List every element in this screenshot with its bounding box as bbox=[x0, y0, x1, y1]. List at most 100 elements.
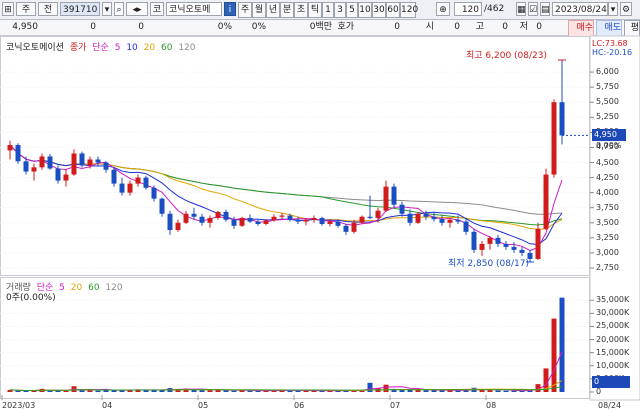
price-tick-label: 5,500 bbox=[596, 97, 619, 107]
candle-body bbox=[351, 222, 357, 232]
legend-ma-type: 단순 bbox=[92, 43, 109, 53]
x-tick-label: 08 bbox=[486, 401, 497, 410]
legend-ma120: 120 bbox=[178, 43, 196, 53]
volume-tick-label: 20,000K bbox=[596, 334, 630, 344]
volume-bar bbox=[559, 297, 565, 392]
volume-bar bbox=[95, 390, 101, 392]
candle-body bbox=[95, 159, 101, 163]
candle-body bbox=[7, 145, 13, 151]
legend-vol-ma60: 60 bbox=[88, 283, 100, 293]
x-tick-label: 06 bbox=[294, 401, 305, 410]
candle-body bbox=[23, 161, 29, 172]
hc-label: HC:-20.16 bbox=[592, 48, 633, 57]
candle-body bbox=[47, 156, 53, 169]
candle-body bbox=[359, 216, 365, 223]
volume-bar bbox=[15, 390, 21, 392]
candle-body bbox=[167, 213, 173, 231]
candle-body bbox=[183, 213, 189, 223]
legend-ma60: 60 bbox=[160, 43, 173, 53]
legend-ma5: 5 bbox=[114, 43, 121, 53]
volume-panel bbox=[0, 277, 590, 399]
stock-chart bbox=[0, 35, 640, 401]
legend-close-type: 종가 bbox=[69, 43, 87, 53]
price-tick-label: 4,000 bbox=[596, 187, 619, 197]
candle-body bbox=[455, 219, 461, 222]
volume-bar bbox=[519, 390, 525, 392]
volume-bar bbox=[47, 390, 53, 392]
current-date-label: 08/24 bbox=[598, 401, 622, 410]
candle-body bbox=[471, 231, 477, 250]
volume-bar bbox=[423, 390, 429, 392]
candle-body bbox=[511, 246, 517, 250]
x-tick-label: 07 bbox=[390, 401, 401, 410]
price-legend: 코닉오토메이션 종가 단순 5 10 20 60 120 bbox=[6, 40, 199, 53]
candle-body bbox=[175, 222, 181, 231]
candle-body bbox=[87, 159, 93, 166]
candle-body bbox=[79, 153, 85, 166]
candle-body bbox=[319, 217, 325, 224]
candle-body bbox=[127, 183, 133, 193]
candle-body bbox=[287, 215, 293, 220]
candle-body bbox=[487, 237, 493, 244]
legend-ma20: 20 bbox=[143, 43, 156, 53]
candle-body bbox=[223, 211, 229, 220]
price-tick-label: 6,000 bbox=[596, 67, 619, 77]
candle-body bbox=[439, 219, 445, 223]
price-tick-label: 2,750 bbox=[596, 263, 619, 272]
candle-body bbox=[551, 102, 557, 175]
candle-body bbox=[519, 249, 525, 253]
candle-body bbox=[271, 216, 277, 221]
volume-bar bbox=[287, 390, 293, 392]
legend-vol-ma20: 20 bbox=[70, 283, 83, 293]
candle-body bbox=[111, 169, 117, 184]
candle-body bbox=[231, 219, 237, 226]
lc-label: LC:73.68 bbox=[592, 39, 628, 48]
volume-bar bbox=[199, 390, 205, 392]
volume-bar bbox=[87, 390, 93, 392]
candle-body bbox=[159, 198, 165, 214]
volume-tick-label: 35,000K bbox=[596, 295, 630, 305]
candle-body bbox=[343, 225, 349, 232]
candle-body bbox=[55, 168, 61, 181]
x-tick-label: 05 bbox=[198, 401, 209, 410]
volume-bar bbox=[207, 390, 213, 392]
candle-body bbox=[303, 219, 309, 222]
volume-bar bbox=[503, 390, 509, 392]
candle-body bbox=[279, 215, 285, 217]
volume-bar bbox=[487, 390, 493, 392]
candle-body bbox=[495, 237, 501, 244]
volume-bar bbox=[143, 390, 149, 392]
candle-body bbox=[15, 145, 21, 162]
volume-bar bbox=[495, 390, 501, 392]
price-tick-label: 3,000 bbox=[596, 247, 619, 257]
price-tick-label: 3,250 bbox=[596, 232, 619, 242]
candle-body bbox=[151, 187, 157, 199]
candle-body bbox=[199, 216, 205, 223]
volume-bar bbox=[511, 390, 517, 392]
current-volume-marker: 0 bbox=[592, 376, 630, 388]
legend-vol-ma5: 5 bbox=[59, 283, 65, 293]
candle-body bbox=[391, 186, 397, 205]
volume-bar bbox=[439, 390, 445, 392]
candle-body bbox=[407, 213, 413, 223]
price-tick-label: 4,250 bbox=[596, 172, 619, 182]
candle-body bbox=[247, 217, 253, 222]
candle-body bbox=[383, 186, 389, 211]
volume-bar bbox=[383, 384, 389, 392]
price-tick-label: 3,500 bbox=[596, 217, 619, 227]
candle-body bbox=[135, 177, 141, 184]
candle-body bbox=[255, 221, 261, 224]
high-annotation: 최고 6,200 (08/23) bbox=[466, 51, 548, 61]
volume-current: 0주(0.00%) bbox=[6, 293, 56, 303]
candle-body bbox=[543, 174, 549, 229]
price-tick-label: 5,250 bbox=[596, 112, 619, 122]
volume-tick-label: 0 bbox=[596, 387, 602, 396]
candle-body bbox=[31, 167, 37, 172]
candle-body bbox=[215, 211, 221, 218]
candle-body bbox=[103, 162, 109, 170]
candle-body bbox=[239, 217, 245, 226]
price-tick-label: 3,750 bbox=[596, 202, 619, 212]
legend-stock-name: 코닉오토메이션 bbox=[6, 43, 64, 53]
candle-body bbox=[399, 204, 405, 214]
volume-bar bbox=[23, 390, 29, 392]
